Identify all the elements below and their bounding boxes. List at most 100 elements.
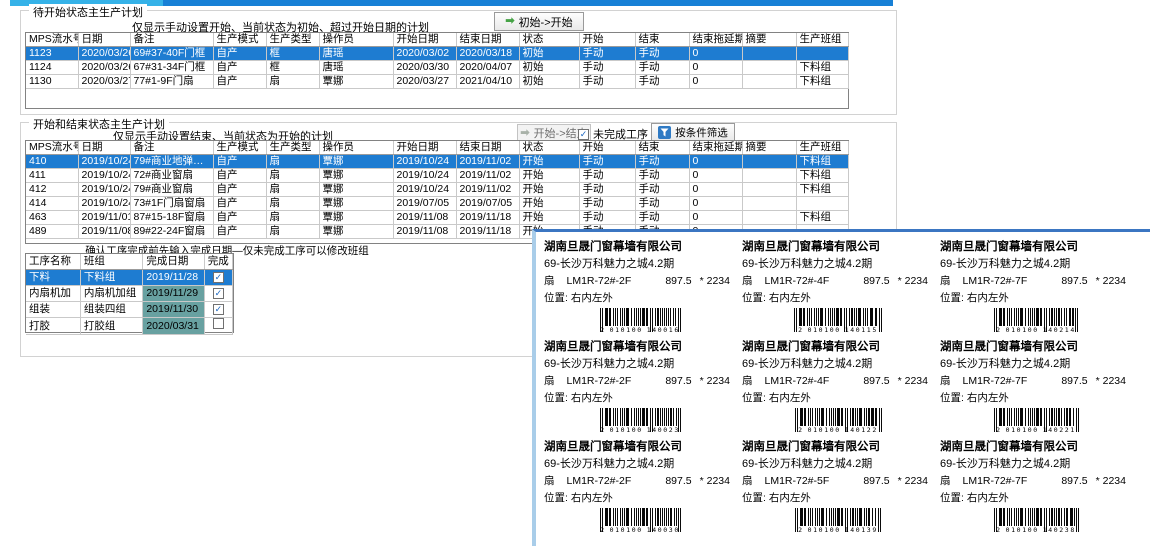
barcode-bar	[837, 408, 840, 426]
process-row[interactable]: 组装组装四组2019/11/30✓	[26, 302, 233, 318]
done-checkbox[interactable]: ✓	[213, 304, 224, 315]
column-header[interactable]: 结束日期	[456, 33, 519, 47]
label-height: * 2234	[1096, 275, 1126, 287]
barcode-bar	[646, 408, 648, 426]
init-to-start-button[interactable]: ➡ 初始->开始	[494, 12, 584, 31]
done-checkbox[interactable]: ✓	[213, 272, 224, 283]
column-header[interactable]: 操作员	[319, 141, 393, 155]
barcode-bar	[818, 308, 819, 326]
column-header[interactable]: 班组	[80, 254, 142, 270]
column-header[interactable]: 工序名称	[26, 254, 80, 270]
cell: 0	[689, 169, 742, 183]
column-header[interactable]: 结束拖延期	[689, 141, 742, 155]
barcode-bar	[857, 408, 858, 426]
label-spec-line: 扇LM1R-72#-7F897.5* 2234	[940, 473, 1132, 488]
column-header[interactable]: 日期	[78, 33, 130, 47]
label-position-line: 位置: 右内左外	[940, 290, 1132, 305]
process-row[interactable]: 打胶打胶组2020/03/31	[26, 318, 233, 335]
cell: 手动	[635, 75, 689, 89]
column-header[interactable]: 生产模式	[213, 141, 266, 155]
barcode-bar	[615, 408, 616, 426]
column-header[interactable]: 生产类型	[266, 33, 319, 47]
column-header[interactable]: MPS流水号	[26, 141, 78, 155]
column-header[interactable]: 生产类型	[266, 141, 319, 155]
barcode-bar	[670, 408, 672, 426]
table-row[interactable]: 11232020/03/2669#37-40F门框自产框唐瑶2020/03/02…	[26, 47, 848, 61]
barcode-bar	[662, 408, 663, 426]
barcode-bar	[668, 408, 669, 426]
barcode-bar	[808, 508, 809, 526]
label-product-type: 扇	[940, 373, 951, 388]
table-row[interactable]: 4122019/10/2479#商业窗扇自产扇覃娜2019/10/242019/…	[26, 183, 848, 197]
barcode-bar	[638, 508, 639, 526]
label-height: * 2234	[1096, 375, 1126, 387]
column-header[interactable]: 摘要	[742, 141, 796, 155]
cell: 0	[689, 47, 742, 61]
table-row[interactable]: 4632019/11/0187#15-18F窗扇自产扇覃娜2019/11/082…	[26, 211, 848, 225]
column-header[interactable]: 结束	[635, 33, 689, 47]
column-header[interactable]: 开始	[579, 141, 635, 155]
cell: 开始	[519, 211, 579, 225]
column-header[interactable]: 备注	[130, 33, 213, 47]
product-label: 湖南旦晟门窗幕墙有限公司69-长沙万科魅力之城4.2期扇LM1R-72#-7F8…	[940, 438, 1132, 532]
column-header[interactable]: 状态	[519, 33, 579, 47]
done-checkbox[interactable]	[213, 318, 224, 329]
table-row[interactable]: 4112019/10/2472#商业窗扇自产扇覃娜2019/10/242019/…	[26, 169, 848, 183]
barcode-bar	[1007, 508, 1008, 526]
process-row[interactable]: 内扇机加内扇机加组2019/11/29✓	[26, 286, 233, 302]
column-header[interactable]: 生产班组	[796, 141, 848, 155]
barcode-bar	[856, 308, 857, 326]
done-cell: ✓	[204, 286, 232, 302]
column-header[interactable]: 完成日期	[143, 254, 204, 270]
column-header[interactable]: 备注	[130, 141, 213, 155]
column-header[interactable]: 生产班组	[796, 33, 848, 47]
done-checkbox[interactable]: ✓	[213, 288, 224, 299]
column-header[interactable]: 开始日期	[393, 33, 456, 47]
column-header[interactable]: 结束	[635, 141, 689, 155]
barcode-bar	[660, 508, 661, 526]
table-row[interactable]: 11302020/03/2777#1-9F门扇自产扇覃娜2020/03/2720…	[26, 75, 848, 89]
process-row[interactable]: 下料下料组2019/11/28✓	[26, 270, 233, 286]
barcode-bar	[668, 508, 669, 526]
column-header[interactable]: 摘要	[742, 33, 796, 47]
barcode-bar	[875, 508, 876, 526]
barcode-bar	[1054, 508, 1055, 526]
label-height: * 2234	[898, 375, 928, 387]
cell: 0	[689, 61, 742, 75]
column-header[interactable]: 状态	[519, 141, 579, 155]
barcode: 2010100140016	[584, 308, 696, 334]
table-row[interactable]: 11242020/03/2667#31-34F门框自产框唐瑶2020/03/30…	[26, 61, 848, 75]
column-header[interactable]: 开始	[579, 33, 635, 47]
table-row[interactable]: 4102019/10/2479#商业地弹…自产扇覃娜2019/10/242019…	[26, 155, 848, 169]
barcode: 2010100140023	[584, 408, 696, 434]
column-header[interactable]: 完成	[204, 254, 232, 270]
column-header[interactable]: 生产模式	[213, 33, 266, 47]
filter-by-condition-label: 按条件筛选	[675, 125, 728, 140]
cell: 2019/11/08	[393, 225, 456, 239]
cell: 0	[689, 197, 742, 211]
barcode-bar	[799, 308, 802, 326]
barcode-bar	[817, 408, 818, 426]
column-header[interactable]: 开始日期	[393, 141, 456, 155]
barcode-bar	[640, 308, 641, 326]
column-header[interactable]: 日期	[78, 141, 130, 155]
barcode-bar	[999, 308, 1002, 326]
team-cell: 下料组	[80, 270, 142, 286]
column-header[interactable]: 操作员	[319, 33, 393, 47]
column-header[interactable]: 结束日期	[456, 141, 519, 155]
barcode-bar	[1003, 408, 1005, 426]
label-company-name: 湖南旦晟门窗幕墙有限公司	[544, 238, 736, 254]
label-project-name: 69-长沙万科魅力之城4.2期	[742, 255, 934, 271]
cell	[742, 75, 796, 89]
unfinished-process-checkbox[interactable]: ✓	[578, 129, 589, 140]
label-position-line: 位置: 右内左外	[940, 390, 1132, 405]
column-header[interactable]: MPS流水号	[26, 33, 78, 47]
cell: 2019/10/24	[78, 155, 130, 169]
table-row[interactable]: 4142019/10/2473#1F门扇窗扇自产扇覃娜2019/07/05201…	[26, 197, 848, 211]
barcode-bar	[664, 408, 665, 426]
cell: 自产	[213, 47, 266, 61]
name-cell: 打胶	[26, 318, 80, 335]
column-header[interactable]: 结束拖延期	[689, 33, 742, 47]
barcode-bar	[849, 308, 850, 326]
product-label: 湖南旦晟门窗幕墙有限公司69-长沙万科魅力之城4.2期扇LM1R-72#-7F8…	[940, 338, 1132, 432]
